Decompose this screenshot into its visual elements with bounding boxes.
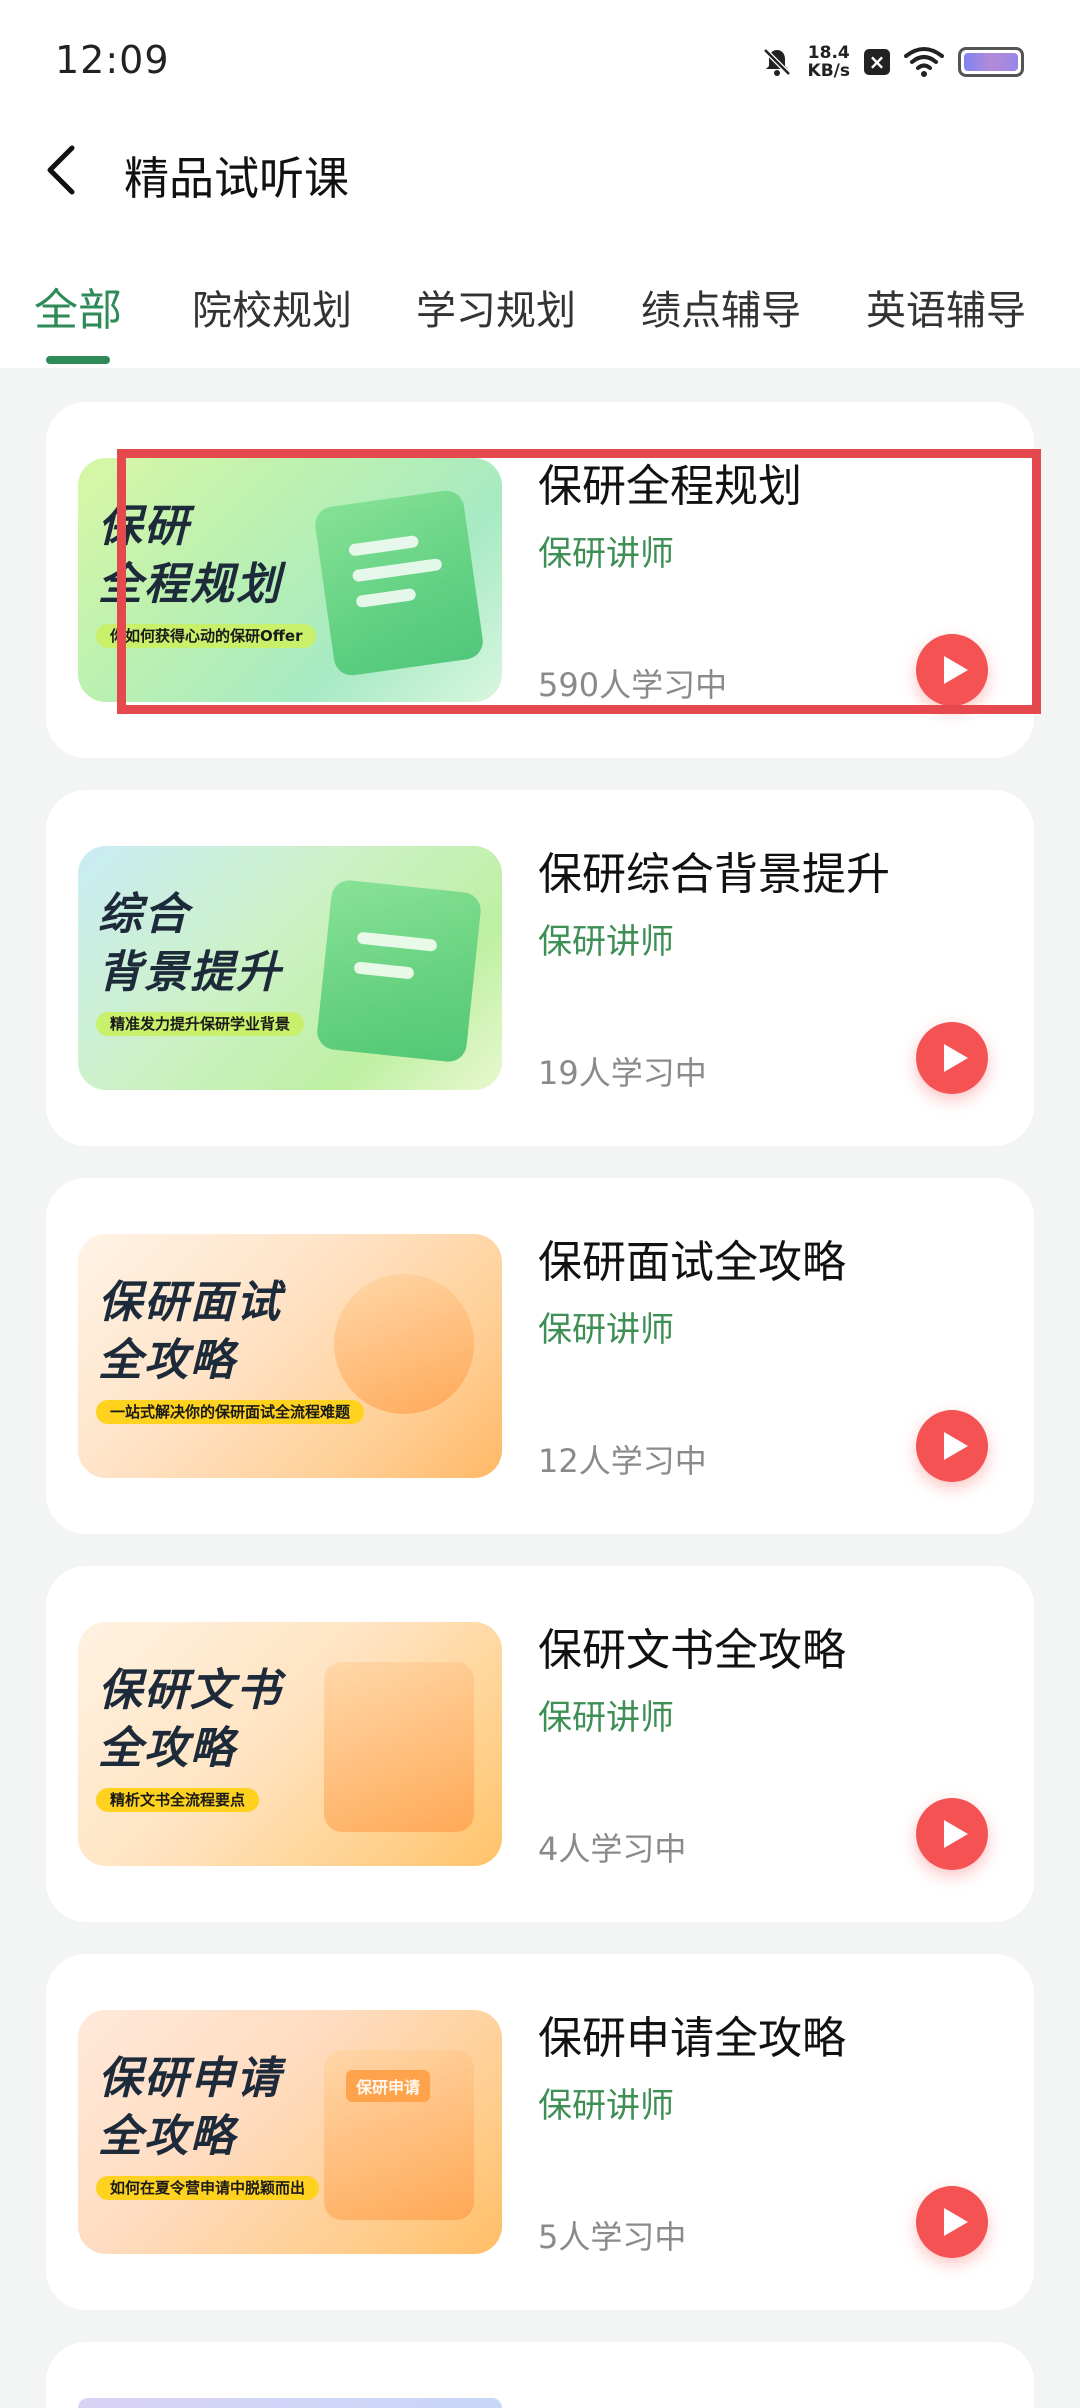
thumbnail-title: 保研申请 全攻略 bbox=[98, 2053, 282, 2162]
thumbnail-title: 综合 背景提升 bbox=[98, 889, 282, 998]
document-illustration bbox=[324, 1662, 474, 1832]
course-learners: 19人学习中 bbox=[538, 1054, 707, 1092]
network-speed-value: 18.4 bbox=[807, 43, 850, 63]
category-tabs: 全部 院校规划 学习规划 绩点辅导 英语辅导 bbox=[0, 270, 1080, 364]
thumbnail-subtitle: 你如何获得心动的保研Offer bbox=[96, 624, 317, 648]
course-instructor: 保研讲师 bbox=[538, 534, 674, 574]
course-title: 保研综合背景提升 bbox=[538, 849, 890, 900]
course-thumbnail: 保研文书 全攻略 精析文书全流程要点 bbox=[78, 1622, 502, 1866]
course-card[interactable]: 保研 全程规划 你如何获得心动的保研Offer 保研全程规划 保研讲师 590人… bbox=[46, 402, 1034, 758]
play-button[interactable] bbox=[916, 1022, 988, 1094]
course-instructor: 保研讲师 bbox=[538, 2086, 674, 2126]
application-form-illustration: 保研申请 bbox=[324, 2050, 474, 2220]
tab-gpa-tutoring[interactable]: 绩点辅导 bbox=[641, 278, 801, 336]
course-thumbnail: 综合 背景提升 精准发力提升保研学业背景 bbox=[78, 846, 502, 1090]
tab-study-planning[interactable]: 学习规划 bbox=[416, 278, 576, 336]
thumbnail-title: 保研 全程规划 bbox=[98, 501, 282, 610]
network-speed-unit: KB/s bbox=[807, 61, 850, 81]
play-button[interactable] bbox=[916, 1798, 988, 1870]
play-button[interactable] bbox=[916, 2186, 988, 2258]
tab-english-tutoring[interactable]: 英语辅导 bbox=[866, 278, 1026, 336]
wifi-icon bbox=[904, 46, 944, 78]
close-notification-icon: × bbox=[864, 49, 890, 75]
play-button[interactable] bbox=[916, 1410, 988, 1482]
course-title: 保研全程规划 bbox=[538, 461, 802, 512]
course-title: 保研申请全攻略 bbox=[538, 2013, 846, 2064]
thumbnail-subtitle: 如何在夏令营申请中脱颖而出 bbox=[96, 2176, 320, 2200]
course-card[interactable]: 综合 背景提升 精准发力提升保研学业背景 保研综合背景提升 保研讲师 19人学习… bbox=[46, 790, 1034, 1146]
course-thumbnail: 保研申请 保研申请 全攻略 如何在夏令营申请中脱颖而出 bbox=[78, 2010, 502, 2254]
course-thumbnail: 保研面试 全攻略 一站式解决你的保研面试全流程难题 bbox=[78, 1234, 502, 1478]
course-card[interactable]: 保研申请 保研申请 全攻略 如何在夏令营申请中脱颖而出 保研申请全攻略 保研讲师… bbox=[46, 1954, 1034, 2310]
upgrade-illustration bbox=[315, 878, 483, 1064]
status-time: 12:09 bbox=[55, 38, 170, 82]
course-thumbnail: 保研 全程规划 你如何获得心动的保研Offer bbox=[78, 458, 502, 702]
course-learners: 5人学习中 bbox=[538, 2218, 687, 2256]
thumbnail-subtitle: 一站式解决你的保研面试全流程难题 bbox=[96, 1400, 365, 1424]
course-learners: 590人学习中 bbox=[538, 666, 728, 704]
user-avatar-illustration bbox=[334, 1274, 474, 1414]
course-learners: 12人学习中 bbox=[538, 1442, 707, 1480]
course-title: 保研面试全攻略 bbox=[538, 1237, 846, 1288]
status-icons: 18.4 KB/s × bbox=[760, 40, 1024, 84]
course-learners: 4人学习中 bbox=[538, 1830, 687, 1868]
back-arrow-icon[interactable] bbox=[40, 140, 90, 200]
network-speed: 18.4 KB/s bbox=[808, 44, 850, 80]
course-title: 保研文书全攻略 bbox=[538, 1625, 846, 1676]
course-instructor: 保研讲师 bbox=[538, 1310, 674, 1350]
course-card[interactable]: 保研面试 全攻略 一站式解决你的保研面试全流程难题 保研面试全攻略 保研讲师 1… bbox=[46, 1178, 1034, 1534]
tab-school-planning[interactable]: 院校规划 bbox=[192, 278, 352, 336]
course-instructor: 保研讲师 bbox=[538, 922, 674, 962]
thumbnail-subtitle: 精准发力提升保研学业背景 bbox=[96, 1012, 305, 1036]
tab-all[interactable]: 全部 bbox=[34, 274, 122, 338]
course-card-partial[interactable] bbox=[46, 2342, 1034, 2408]
thumbnail-title: 保研面试 全攻略 bbox=[98, 1277, 282, 1386]
thumbnail-title: 保研文书 全攻略 bbox=[98, 1665, 282, 1774]
play-button[interactable] bbox=[916, 634, 988, 706]
document-illustration bbox=[312, 488, 486, 678]
tab-active-indicator bbox=[46, 356, 110, 364]
form-badge: 保研申请 bbox=[346, 2070, 431, 2102]
page-title: 精品试听课 bbox=[124, 152, 350, 205]
bell-muted-icon bbox=[760, 45, 794, 79]
top-bar-area: 12:09 18.4 KB/s × 精品试听课 全部 院校规划 学习规划 绩点辅… bbox=[0, 0, 1080, 368]
battery-icon bbox=[958, 47, 1024, 77]
thumbnail-subtitle: 精析文书全流程要点 bbox=[96, 1788, 260, 1812]
course-card[interactable]: 保研文书 全攻略 精析文书全流程要点 保研文书全攻略 保研讲师 4人学习中 bbox=[46, 1566, 1034, 1922]
course-instructor: 保研讲师 bbox=[538, 1698, 674, 1738]
course-thumbnail bbox=[78, 2398, 502, 2408]
